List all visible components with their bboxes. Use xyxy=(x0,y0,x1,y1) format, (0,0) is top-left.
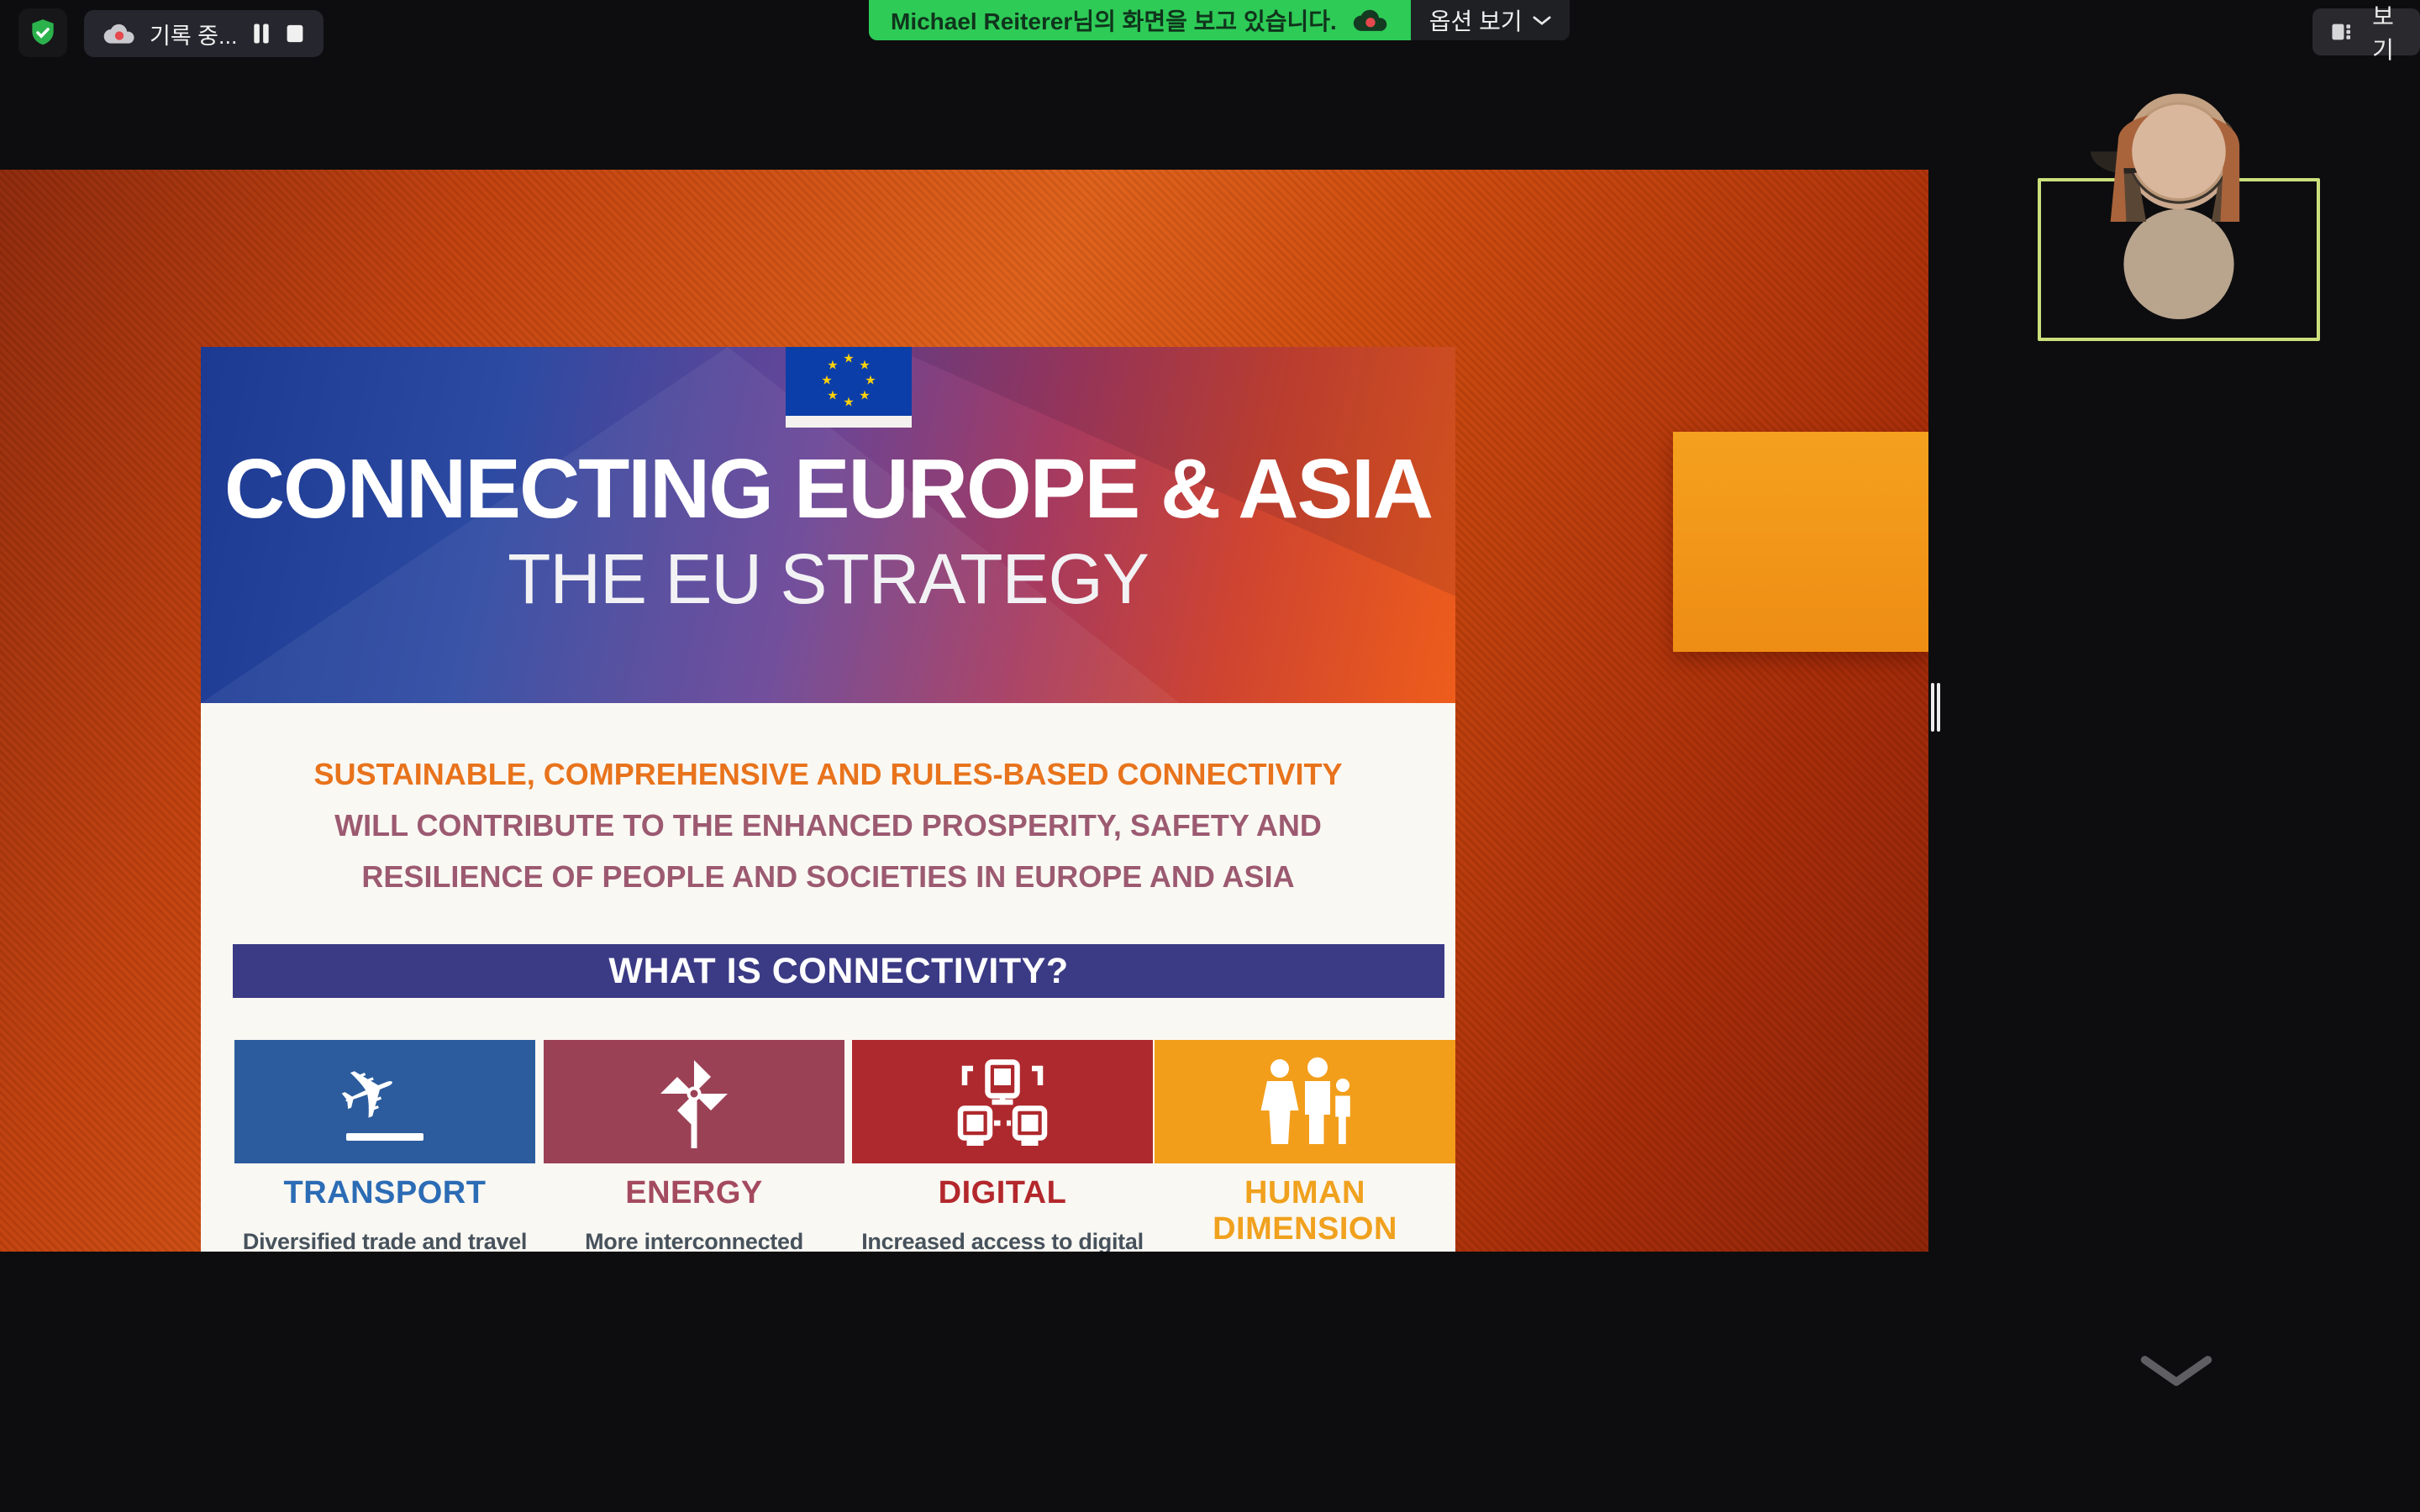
viewing-banner-text: Michael Reiterer님의 화면을 보고 있습니다. xyxy=(891,3,1337,37)
column-digital: DIGITAL Increased access to digital serv… xyxy=(852,1040,1153,1252)
participants-sidebar: Michael Reiterer Sohee Ha Eunyoung Jang … xyxy=(1928,69,2420,1420)
options-label: 옵션 보기 xyxy=(1429,3,1523,37)
orange-sticky-window xyxy=(1673,432,1928,652)
slide-subtitle-line: THE EU STRATEGY xyxy=(201,538,1455,620)
top-bar: 기록 중... Michael Reiterer님의 화면을 보고 있습니다. … xyxy=(0,0,2420,69)
column-human-dimension: HUMAN DIMENSION Advanced cooperation in … xyxy=(1155,1040,1455,1252)
family-icon xyxy=(1155,1040,1455,1163)
shield-check-icon xyxy=(27,16,59,50)
slide-header: ★ ★ ★ ★ ★ ★ ★ ★ CONNECTING EUROPE & ASIA… xyxy=(201,347,1455,703)
view-label: 보기 xyxy=(2363,0,2403,66)
pause-icon xyxy=(251,23,271,45)
pause-recording-button[interactable] xyxy=(251,23,271,45)
chevron-down-icon xyxy=(1533,15,1551,26)
connected-screens-icon xyxy=(852,1040,1153,1163)
airplane-takeoff-icon: ✈ xyxy=(234,1040,535,1163)
options-button[interactable]: 옵션 보기 xyxy=(1411,0,1570,40)
stop-recording-button[interactable] xyxy=(285,23,305,45)
view-layout-icon xyxy=(2329,19,2353,45)
column-body: More interconnected regional energy plat… xyxy=(544,1223,844,1252)
section-banner: WHAT IS CONNECTIVITY? xyxy=(233,944,1444,998)
recording-cloud-icon xyxy=(103,22,136,45)
chevron-down-icon xyxy=(2139,1352,2214,1389)
column-title: TRANSPORT xyxy=(234,1175,535,1211)
recording-indicator: 기록 중... xyxy=(84,10,324,57)
security-shield-icon[interactable] xyxy=(18,8,67,57)
column-title: HUMAN DIMENSION xyxy=(1155,1175,1455,1247)
column-title: DIGITAL xyxy=(852,1175,1153,1211)
person-silhouette xyxy=(2041,69,2317,222)
eu-flag: ★ ★ ★ ★ ★ ★ ★ ★ xyxy=(786,347,912,428)
shared-screen-view: ★ ★ ★ ★ ★ ★ ★ ★ CONNECTING EUROPE & ASIA… xyxy=(0,170,1928,1252)
stop-icon xyxy=(285,23,305,45)
column-title: ENERGY xyxy=(544,1175,844,1211)
slide-statement: SUSTAINABLE, COMPREHENSIVE AND RULES-BAS… xyxy=(201,748,1455,902)
recording-cloud-icon xyxy=(1352,8,1389,33)
slide-title: CONNECTING EUROPE & ASIA xyxy=(201,441,1455,538)
view-button[interactable]: 보기 xyxy=(2312,8,2420,55)
column-transport: ✈ TRANSPORT Diversified trade and travel… xyxy=(234,1040,535,1252)
viewing-banner-green: Michael Reiterer님의 화면을 보고 있습니다. xyxy=(869,0,1411,40)
column-body: Increased access to digital services whi… xyxy=(852,1223,1153,1252)
column-body: Diversified trade and travel routes link… xyxy=(234,1223,535,1252)
participant-tile-kiara-fiedler[interactable]: Kiara Fiedler xyxy=(2041,69,2317,222)
sidebar-resize-handle[interactable] xyxy=(1929,683,1943,732)
recording-label: 기록 중... xyxy=(150,18,238,50)
viewing-banner: Michael Reiterer님의 화면을 보고 있습니다. 옵션 보기 xyxy=(869,0,1570,40)
presentation-slide: ★ ★ ★ ★ ★ ★ ★ ★ CONNECTING EUROPE & ASIA… xyxy=(201,347,1455,1252)
wind-turbine-icon xyxy=(544,1040,844,1163)
scroll-participants-down-button[interactable] xyxy=(2139,1352,2214,1389)
column-energy: ENERGY More interconnected regional ener… xyxy=(544,1040,844,1252)
